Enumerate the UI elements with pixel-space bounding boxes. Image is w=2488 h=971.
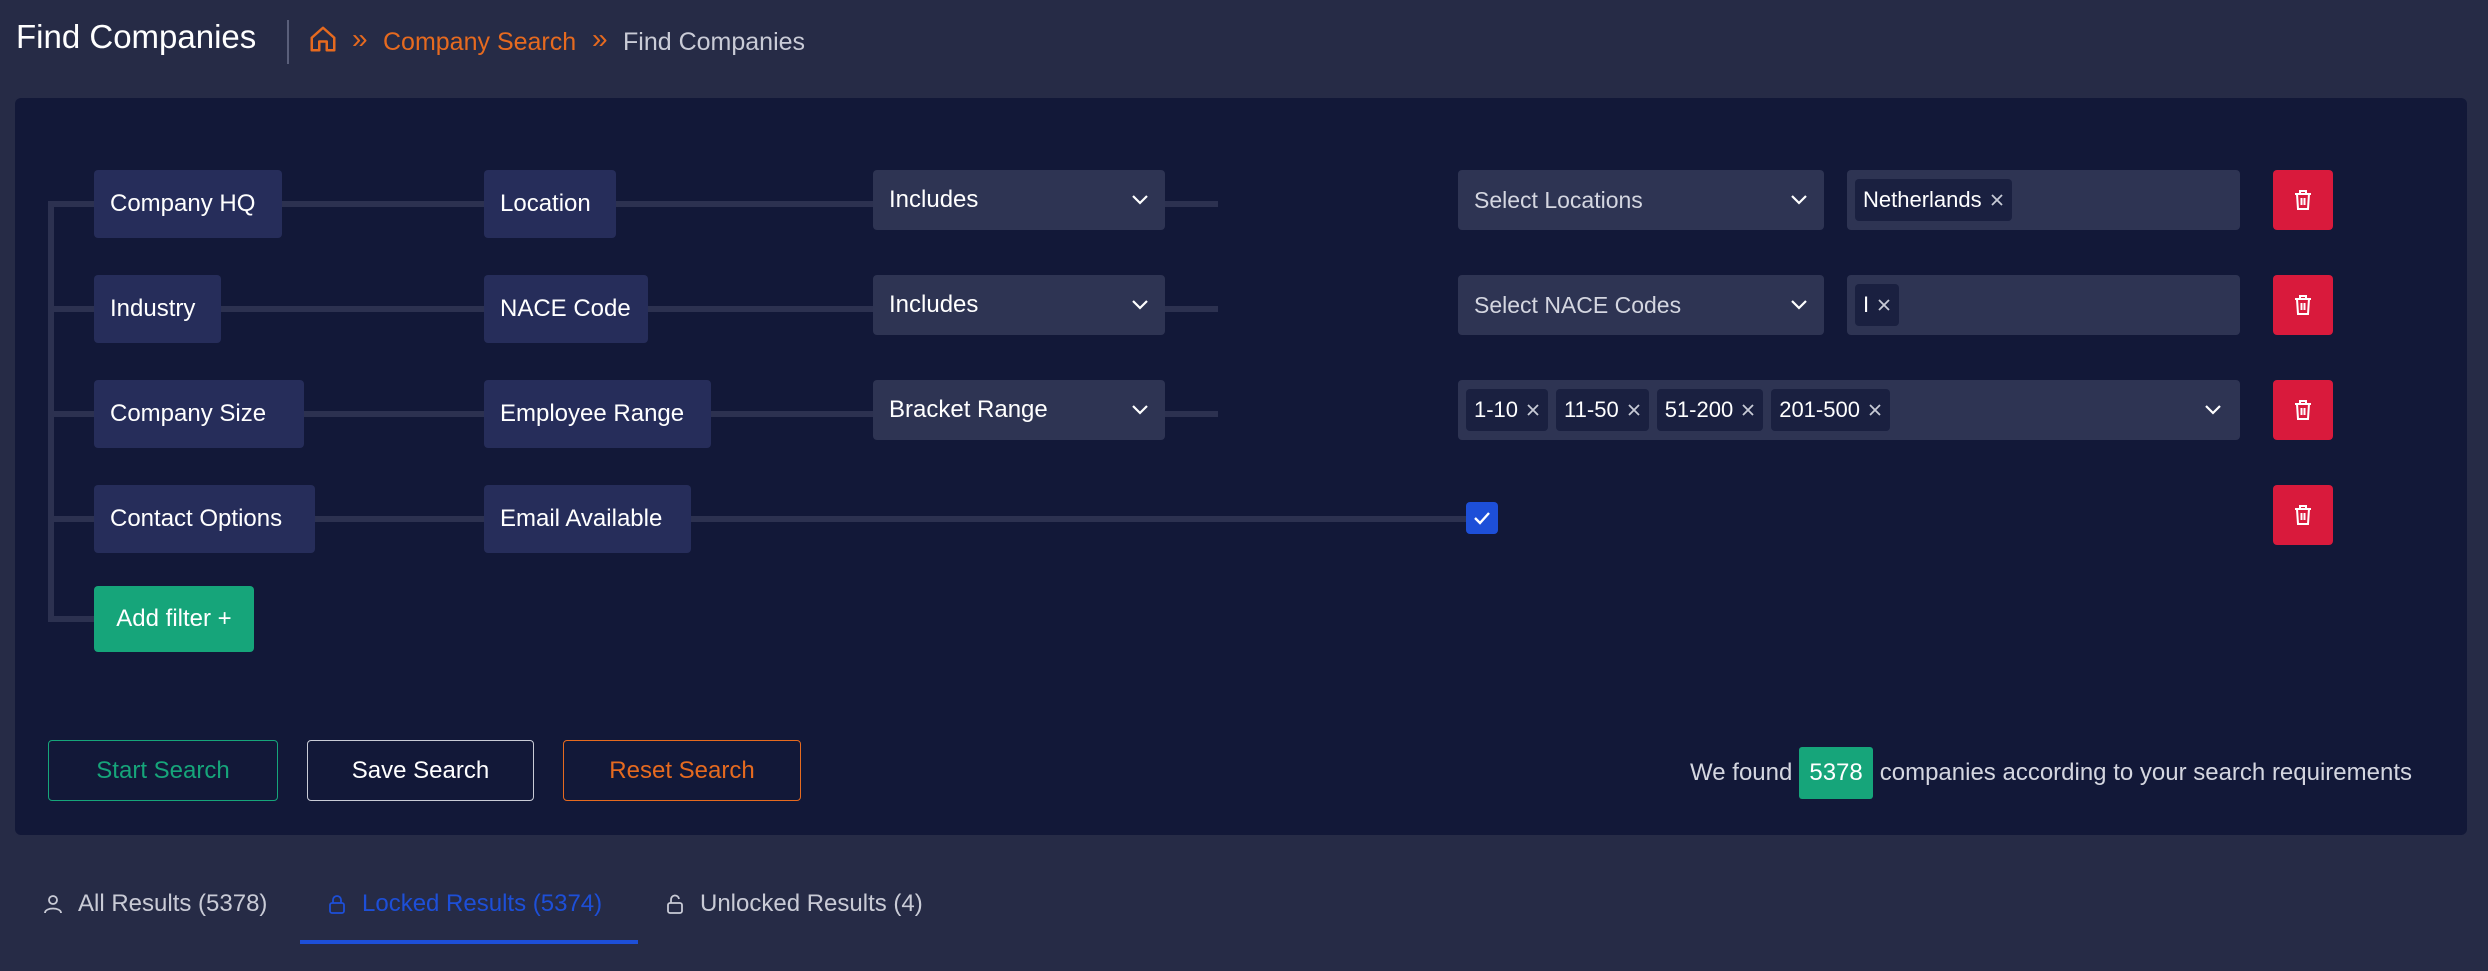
tag-nace-i: I [1855, 284, 1900, 326]
filter-operator-dropdown[interactable]: Bracket Range [873, 380, 1165, 440]
select-locations-placeholder: Select Locations [1474, 186, 1643, 213]
filter-operator-value: Bracket Range [889, 396, 1048, 423]
chevron-down-icon[interactable] [2204, 404, 2222, 416]
nace-tags-box[interactable]: I [1847, 275, 2240, 335]
tab-label: All Results (5378) [78, 890, 268, 917]
tag-51-200: 51-200 [1656, 389, 1764, 431]
add-filter-button[interactable]: Add filter + [94, 586, 254, 652]
results-summary-prefix: We found [1690, 759, 1793, 786]
filter-operator-value: Includes [889, 186, 979, 213]
select-locations-dropdown[interactable]: Select Locations [1458, 170, 1824, 230]
tab-all-results[interactable]: All Results (5378) [42, 890, 267, 918]
tag-netherlands: Netherlands [1855, 179, 2012, 221]
delete-filter-button[interactable] [2273, 170, 2333, 230]
results-summary: We found 5378 companies according to you… [1690, 746, 2412, 800]
filter-field-nace-code[interactable]: NACE Code [484, 275, 648, 343]
save-search-button[interactable]: Save Search [307, 740, 534, 801]
delete-filter-button[interactable] [2273, 275, 2333, 335]
chevron-down-icon [1791, 300, 1807, 310]
unlock-icon [667, 894, 683, 914]
location-tags-box[interactable]: Netherlands [1847, 170, 2240, 230]
tab-unlocked-results[interactable]: Unlocked Results (4) [664, 890, 923, 918]
tag-label: 201-500 [1779, 397, 1860, 422]
active-tab-indicator [300, 940, 638, 944]
chevron-down-icon [1132, 300, 1148, 310]
tag-label: 11-50 [1564, 397, 1619, 422]
close-icon[interactable] [1741, 403, 1755, 417]
filter-field-location[interactable]: Location [484, 170, 616, 238]
filter-operator-dropdown[interactable]: Includes [873, 170, 1165, 230]
trash-icon [2295, 400, 2311, 420]
trash-icon [2295, 295, 2311, 315]
filter-category-company-hq[interactable]: Company HQ [94, 170, 282, 238]
close-icon[interactable] [1868, 403, 1882, 417]
filter-operator-value: Includes [889, 291, 979, 318]
chevron-down-icon [1791, 195, 1807, 205]
select-nace-placeholder: Select NACE Codes [1474, 291, 1682, 318]
home-icon[interactable] [308, 24, 338, 54]
close-icon[interactable] [1877, 298, 1891, 312]
filter-category-industry[interactable]: Industry [94, 275, 221, 343]
breadcrumb-current: Find Companies [623, 28, 806, 56]
start-search-button[interactable]: Start Search [48, 740, 278, 801]
filter-field-email-available[interactable]: Email Available [484, 485, 691, 553]
breadcrumb-separator: » [592, 23, 608, 54]
user-icon [44, 895, 62, 914]
filter-panel: Company HQ Location Includes Select Loca… [15, 98, 2467, 835]
header-divider [287, 20, 289, 64]
filter-field-employee-range[interactable]: Employee Range [484, 380, 711, 448]
tag-label: Netherlands [1863, 187, 1982, 212]
close-icon[interactable] [1526, 403, 1540, 417]
tag-label: 51-200 [1664, 397, 1734, 422]
close-icon[interactable] [1627, 403, 1641, 417]
select-nace-codes-dropdown[interactable]: Select NACE Codes [1458, 275, 1824, 335]
email-available-checkbox[interactable] [1466, 502, 1498, 534]
employee-range-multiselect[interactable]: 1-10 11-50 51-200 201-500 [1458, 380, 2240, 440]
tag-201-500: 201-500 [1771, 389, 1890, 431]
filter-connector [48, 616, 98, 622]
tab-label: Unlocked Results (4) [700, 890, 923, 917]
page-header: Find Companies » Company Search » Find C… [0, 0, 2488, 84]
delete-filter-button[interactable] [2273, 380, 2333, 440]
lock-icon [329, 895, 345, 914]
trash-icon [2295, 190, 2311, 210]
trash-icon [2295, 505, 2311, 525]
employee-range-tags: 1-10 11-50 51-200 201-500 [1466, 389, 1890, 431]
tag-1-10: 1-10 [1466, 389, 1549, 431]
chevron-down-icon [1132, 405, 1148, 415]
tab-locked-results[interactable]: Locked Results (5374) [326, 890, 602, 918]
breadcrumb-separator: » [352, 23, 368, 54]
check-icon [1474, 512, 1490, 525]
tag-11-50: 11-50 [1556, 389, 1649, 431]
reset-search-button[interactable]: Reset Search [563, 740, 801, 801]
chevron-down-icon [1132, 195, 1148, 205]
filter-category-contact-options[interactable]: Contact Options [94, 485, 315, 553]
page-title: Find Companies [16, 18, 257, 55]
filter-operator-dropdown[interactable]: Includes [873, 275, 1165, 335]
close-icon[interactable] [1990, 193, 2004, 207]
tag-label: I [1863, 292, 1870, 317]
tab-label: Locked Results (5374) [362, 890, 603, 917]
filter-category-company-size[interactable]: Company Size [94, 380, 304, 448]
tag-label: 1-10 [1474, 397, 1519, 422]
results-summary-suffix: companies according to your search requi… [1879, 759, 2412, 786]
breadcrumb-company-search[interactable]: Company Search [383, 28, 576, 57]
delete-filter-button[interactable] [2273, 485, 2333, 545]
results-count-badge: 5378 [1799, 747, 1873, 799]
